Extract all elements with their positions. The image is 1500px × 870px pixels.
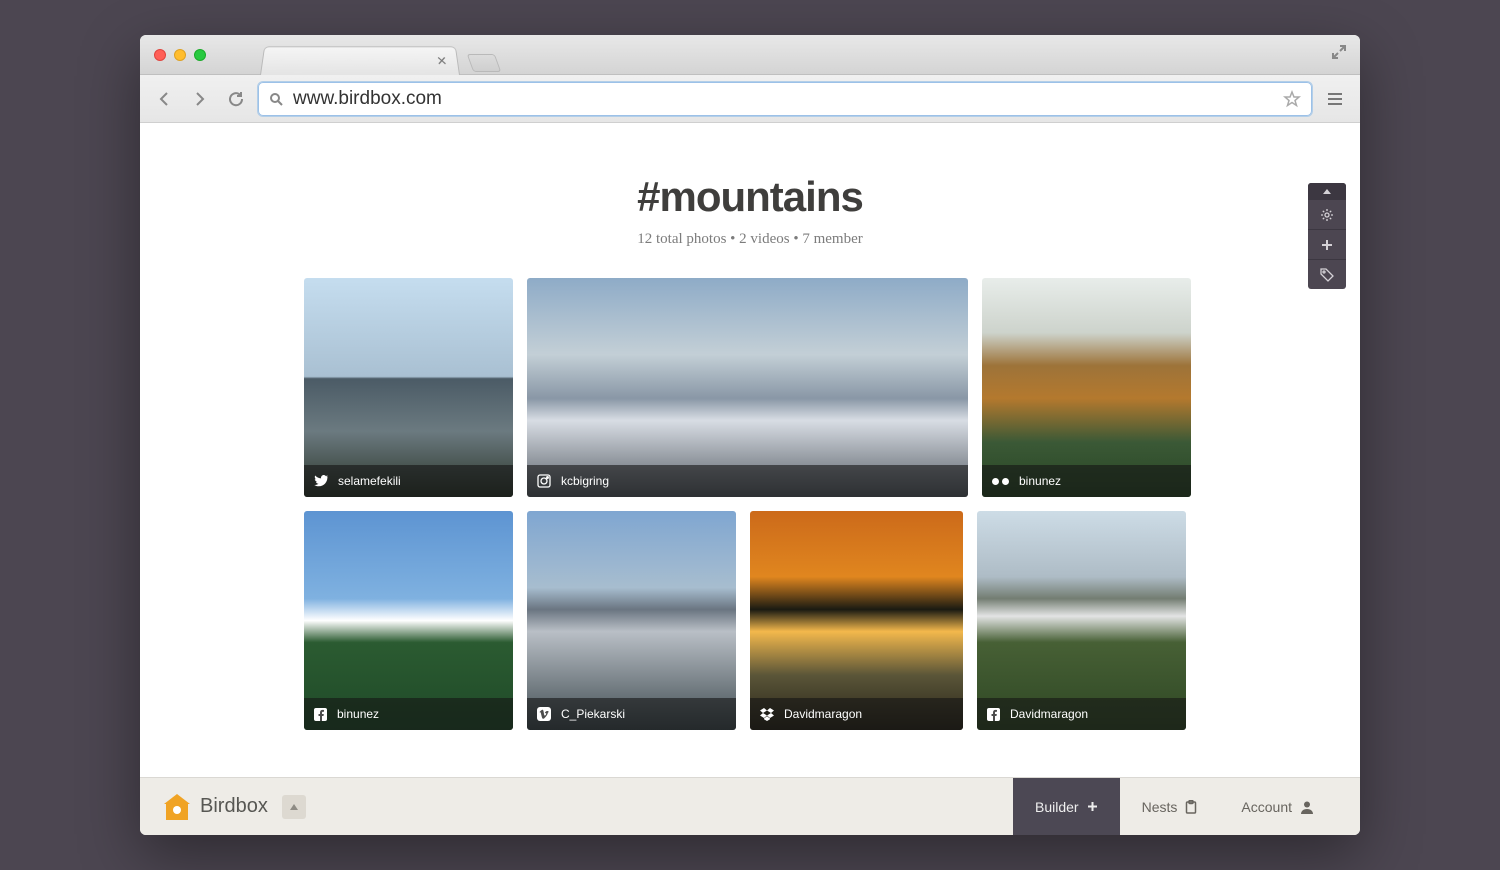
nests-label: Nests bbox=[1142, 799, 1178, 815]
back-button[interactable] bbox=[150, 85, 178, 113]
photo-caption: Davidmaragon bbox=[977, 698, 1186, 730]
photo-username: C_Piekarski bbox=[561, 707, 625, 721]
photo-username: binunez bbox=[1019, 474, 1061, 488]
photo-card[interactable]: binunez bbox=[304, 511, 513, 730]
add-button[interactable] bbox=[1308, 229, 1346, 259]
vimeo-icon bbox=[537, 707, 551, 721]
photo-username: Davidmaragon bbox=[1010, 707, 1088, 721]
page-title: #mountains bbox=[140, 173, 1360, 221]
tab-close-icon[interactable]: ✕ bbox=[436, 53, 449, 68]
photo-caption: binunez bbox=[982, 465, 1191, 497]
collapse-bar-button[interactable] bbox=[282, 795, 306, 819]
brand-logo-icon bbox=[164, 794, 190, 820]
brand-name: Birdbox bbox=[200, 795, 268, 818]
flickr-icon bbox=[992, 478, 1009, 485]
photo-card[interactable]: binunez bbox=[982, 278, 1191, 497]
bottom-nav: Builder Nests Account bbox=[1013, 778, 1336, 835]
browser-window: ✕ www.birdbox.com #mountains bbox=[140, 35, 1360, 835]
tag-icon bbox=[1320, 268, 1334, 282]
browser-tabstrip: ✕ bbox=[140, 35, 1360, 75]
photo-caption: Davidmaragon bbox=[750, 698, 963, 730]
photo-card[interactable]: C_Piekarski bbox=[527, 511, 736, 730]
bottom-bar: Birdbox Builder Nests Account bbox=[140, 777, 1360, 835]
new-tab-button[interactable] bbox=[467, 54, 502, 72]
brand[interactable]: Birdbox bbox=[164, 794, 268, 820]
twitter-icon bbox=[314, 475, 328, 487]
builder-button[interactable]: Builder bbox=[1013, 778, 1120, 835]
account-label: Account bbox=[1241, 799, 1292, 815]
clipboard-icon bbox=[1185, 800, 1197, 814]
collapse-tools-button[interactable] bbox=[1308, 183, 1346, 199]
url-text: www.birdbox.com bbox=[293, 88, 1273, 110]
photo-card[interactable]: kcbigring bbox=[527, 278, 968, 497]
close-window-button[interactable] bbox=[154, 49, 166, 61]
photo-caption: kcbigring bbox=[527, 465, 968, 497]
gear-icon bbox=[1320, 208, 1334, 222]
browser-tab[interactable]: ✕ bbox=[260, 46, 460, 75]
photo-username: binunez bbox=[337, 707, 379, 721]
maximize-window-button[interactable] bbox=[194, 49, 206, 61]
page-subtitle: 12 total photos • 2 videos • 7 member bbox=[140, 231, 1360, 248]
builder-label: Builder bbox=[1035, 799, 1079, 815]
browser-menu-button[interactable] bbox=[1320, 84, 1350, 114]
forward-button[interactable] bbox=[186, 85, 214, 113]
dropbox-icon bbox=[760, 708, 774, 721]
title-block: #mountains 12 total photos • 2 videos • … bbox=[140, 123, 1360, 248]
photo-username: Davidmaragon bbox=[784, 707, 862, 721]
facebook-icon bbox=[987, 708, 1000, 721]
plus-icon bbox=[1087, 801, 1098, 812]
facebook-icon bbox=[314, 708, 327, 721]
bookmark-star-icon[interactable] bbox=[1283, 90, 1301, 108]
photo-gallery: selamefekili kcbigring binunez binunez bbox=[304, 278, 1196, 730]
side-toolbar bbox=[1308, 183, 1346, 289]
expand-icon[interactable] bbox=[1332, 45, 1346, 64]
browser-toolbar: www.birdbox.com bbox=[140, 75, 1360, 123]
minimize-window-button[interactable] bbox=[174, 49, 186, 61]
photo-caption: binunez bbox=[304, 698, 513, 730]
photo-username: kcbigring bbox=[561, 474, 609, 488]
user-icon bbox=[1300, 800, 1314, 814]
page-content: #mountains 12 total photos • 2 videos • … bbox=[140, 123, 1360, 777]
reload-button[interactable] bbox=[222, 85, 250, 113]
photo-card[interactable]: selamefekili bbox=[304, 278, 513, 497]
settings-button[interactable] bbox=[1308, 199, 1346, 229]
traffic-lights bbox=[154, 49, 206, 61]
nests-button[interactable]: Nests bbox=[1120, 778, 1220, 835]
address-bar[interactable]: www.birdbox.com bbox=[258, 82, 1312, 116]
photo-caption: C_Piekarski bbox=[527, 698, 736, 730]
photo-username: selamefekili bbox=[338, 474, 401, 488]
plus-icon bbox=[1321, 239, 1333, 251]
tag-button[interactable] bbox=[1308, 259, 1346, 289]
photo-caption: selamefekili bbox=[304, 465, 513, 497]
instagram-icon bbox=[537, 474, 551, 488]
account-button[interactable]: Account bbox=[1219, 778, 1336, 835]
photo-card[interactable]: Davidmaragon bbox=[977, 511, 1186, 730]
photo-card[interactable]: Davidmaragon bbox=[750, 511, 963, 730]
search-icon bbox=[269, 92, 283, 106]
